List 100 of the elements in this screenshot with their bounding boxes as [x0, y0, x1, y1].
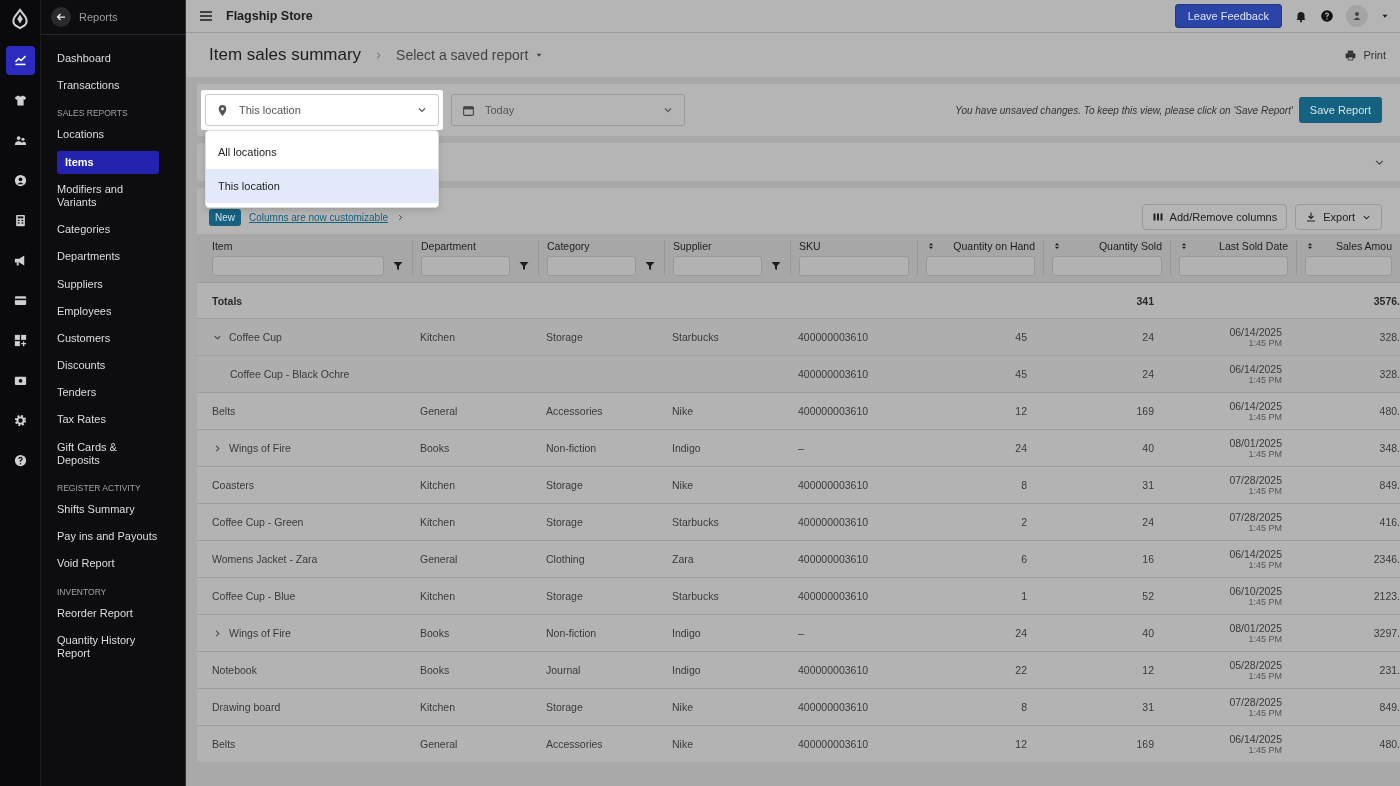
- table-cell-text: Kitchen: [419, 516, 457, 528]
- table-cell-text: 12: [1014, 738, 1028, 750]
- column-header[interactable]: Supplier: [673, 240, 712, 252]
- table-cell: 08/01/2025: [1229, 622, 1282, 634]
- table-cell-text: 328.: [1378, 331, 1400, 343]
- customize-columns-link[interactable]: Columns are now customizable: [249, 211, 388, 223]
- nav-item[interactable]: Discounts: [57, 352, 159, 380]
- table-cell-text: 169: [1135, 405, 1155, 417]
- table-cell-text: Indigo: [671, 442, 702, 454]
- table-cell-text: 400000003610: [797, 479, 870, 491]
- table-cell: 06/14/2025: [1229, 733, 1282, 745]
- table-cell-text: 231.: [1378, 664, 1400, 676]
- column-filter-field[interactable]: [421, 256, 510, 276]
- column-header[interactable]: Category: [547, 240, 590, 252]
- section-title: Reports: [79, 11, 118, 23]
- date-select[interactable]: Today: [451, 94, 685, 126]
- help-icon: [1320, 9, 1334, 23]
- nav-item[interactable]: Gift Cards & Deposits: [57, 433, 159, 474]
- column-filter-field[interactable]: [547, 256, 636, 276]
- table-cell-text: Kitchen: [419, 590, 457, 602]
- nav-item[interactable]: Tax Rates: [57, 406, 159, 434]
- help-icon: [12, 453, 28, 468]
- table-cell-text: Clothing: [545, 553, 586, 565]
- table-cell-text: Kitchen: [419, 701, 457, 713]
- table-cell-text: Non-fiction: [545, 627, 598, 639]
- table-cell-text: 400000003610: [797, 738, 870, 750]
- menu-option[interactable]: This location: [206, 169, 438, 203]
- filter-button[interactable]: [392, 260, 404, 272]
- table-cell-text: Kitchen: [419, 331, 457, 343]
- table-cell: 1:45 PM: [1248, 597, 1282, 607]
- nav-item[interactable]: Pay ins and Payouts: [57, 523, 159, 551]
- filter-button[interactable]: [518, 260, 530, 272]
- nav-item[interactable]: Shifts Summary: [57, 496, 159, 524]
- person-icon: [12, 173, 28, 188]
- column-filter-field[interactable]: [926, 256, 1035, 276]
- avatar[interactable]: [1346, 5, 1368, 27]
- table-cell-text: General: [419, 405, 459, 417]
- nav-item[interactable]: Void Report: [57, 550, 159, 578]
- table-cell: Coffee Cup - Green: [212, 516, 304, 528]
- table-cell-text: General: [419, 738, 459, 750]
- column-filter-field[interactable]: [799, 256, 909, 276]
- column-filter-field[interactable]: [1179, 256, 1288, 276]
- feedback-button[interactable]: Leave Feedback: [1174, 4, 1282, 28]
- nav-item[interactable]: Dashboard: [57, 45, 159, 73]
- column-header[interactable]: Last Sold Date: [1219, 240, 1288, 252]
- nav-section-heading: INVENTORY: [57, 585, 108, 599]
- table-cell: 1:45 PM: [1248, 338, 1282, 348]
- table-cell-text: Totals: [211, 294, 244, 307]
- menu-option[interactable]: All locations: [206, 135, 438, 169]
- table-cell-text: 24: [1014, 442, 1028, 454]
- table-cell-text: Starbucks: [671, 590, 720, 602]
- notifications-button[interactable]: [1294, 9, 1308, 23]
- table-cell: 1:45 PM: [1248, 449, 1282, 459]
- nav-item[interactable]: Employees: [57, 297, 159, 325]
- column-filter-field[interactable]: [212, 256, 384, 276]
- nav-item[interactable]: Quantity History Report: [57, 626, 159, 668]
- help-button[interactable]: [1320, 9, 1334, 23]
- nav-item[interactable]: Modifiers and Variants: [57, 175, 159, 217]
- print-button[interactable]: Print: [1344, 48, 1386, 62]
- nav-item[interactable]: Transactions: [57, 72, 159, 100]
- nav-item[interactable]: Categories: [57, 216, 159, 244]
- menu-button[interactable]: [198, 8, 214, 24]
- nav-item[interactable]: Reorder Report: [57, 599, 159, 627]
- table-cell: Coffee Cup - Black Ochre: [230, 368, 350, 380]
- nav-item[interactable]: Departments: [57, 243, 159, 271]
- table-cell-text: Storage: [545, 701, 584, 713]
- table-cell: 1:45 PM: [1248, 486, 1282, 496]
- nav-item[interactable]: Suppliers: [57, 270, 159, 298]
- filter-icon: [392, 260, 404, 272]
- column-filter-field[interactable]: [1305, 256, 1392, 276]
- column-header[interactable]: Quantity Sold: [1098, 240, 1162, 252]
- table-cell-text: Non-fiction: [545, 442, 598, 454]
- column-header[interactable]: Item: [212, 240, 233, 252]
- nav-item[interactable]: Items: [57, 150, 159, 174]
- column-header[interactable]: SKU: [799, 240, 821, 252]
- column-header[interactable]: Sales Amou: [1335, 240, 1392, 252]
- table-cell-text: 400000003610: [797, 405, 870, 417]
- table-cell-text: 400000003610: [797, 664, 870, 676]
- settings-icon: [12, 413, 28, 428]
- save-report-button[interactable]: Save Report: [1298, 97, 1382, 123]
- table-cell-text: 3297.: [1372, 627, 1400, 639]
- table-cell: 1:45 PM: [1248, 560, 1282, 570]
- filter-button[interactable]: [644, 260, 656, 272]
- back-button[interactable]: [51, 7, 71, 27]
- column-filter-field[interactable]: [673, 256, 762, 276]
- add-remove-columns-button[interactable]: Add/Remove columns: [1141, 204, 1288, 230]
- rail-button[interactable]: [5, 46, 35, 75]
- nav-item[interactable]: Locations: [57, 121, 159, 149]
- table-cell: 06/14/2025: [1229, 548, 1282, 560]
- saved-report-dropdown[interactable]: Select a saved report: [396, 47, 545, 63]
- export-button[interactable]: Export: [1295, 204, 1382, 230]
- filter-button[interactable]: [770, 260, 782, 272]
- column-header[interactable]: Quantity on Hand: [953, 240, 1035, 252]
- column-filter-field[interactable]: [1052, 256, 1162, 276]
- column-header[interactable]: Department: [421, 240, 476, 252]
- nav-item[interactable]: Customers: [57, 324, 159, 353]
- location-select[interactable]: This location: [205, 94, 439, 126]
- table-cell: Notebook: [212, 664, 257, 676]
- nav-item[interactable]: Tenders: [57, 379, 159, 407]
- table-cell-text: 341: [1135, 294, 1155, 307]
